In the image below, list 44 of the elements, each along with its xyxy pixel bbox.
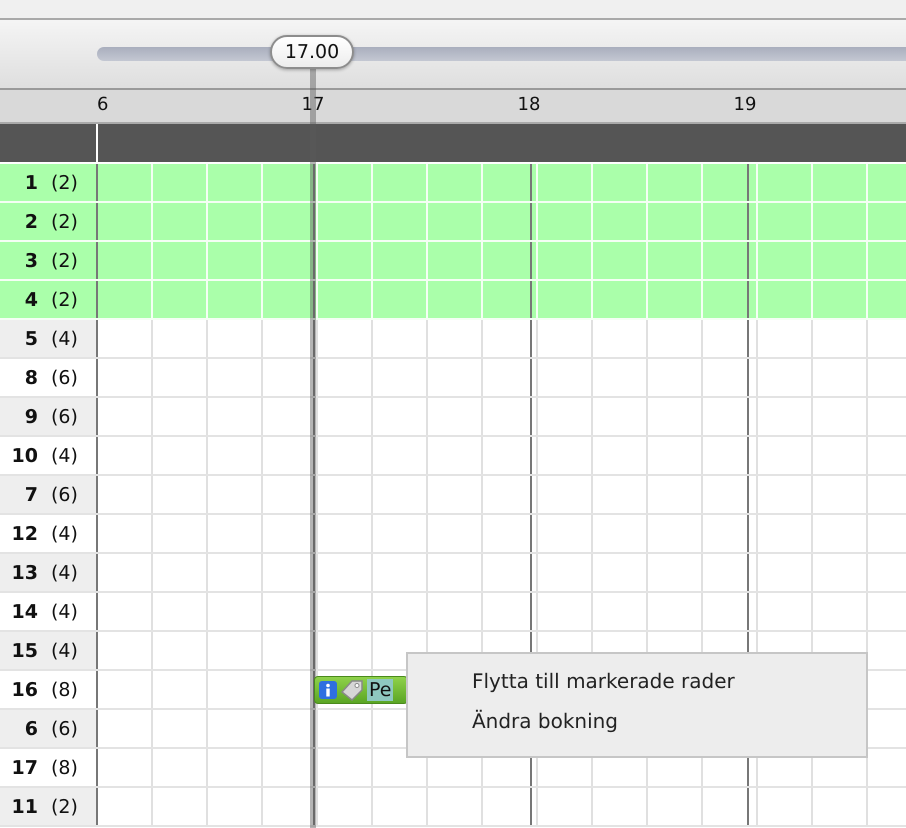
row-capacity: (4) — [51, 328, 78, 350]
row-number: 4 — [24, 288, 38, 310]
row-number: 9 — [24, 406, 38, 428]
row-capacity: (4) — [51, 562, 78, 584]
row-number: 3 — [24, 250, 38, 272]
row-capacity: (6) — [51, 484, 78, 506]
row-capacity: (6) — [51, 406, 78, 428]
row-number: 7 — [24, 484, 38, 506]
row-capacity: (6) — [51, 718, 78, 740]
row-number: 16 — [10, 678, 38, 700]
row-capacity: (4) — [51, 444, 78, 466]
hour-label: 17 — [302, 94, 324, 115]
tag-icon — [340, 679, 364, 701]
row-number: 17 — [10, 756, 38, 778]
row-capacity: (8) — [51, 756, 78, 778]
row-capacity: (4) — [51, 600, 78, 622]
row-capacity: (2) — [51, 288, 78, 310]
hour-label: 19 — [734, 94, 756, 115]
row-number: 11 — [10, 796, 38, 818]
row-capacity: (8) — [51, 678, 78, 700]
row-number: 10 — [10, 444, 38, 466]
slider-thumb[interactable]: 17.00 — [270, 35, 354, 69]
row-number: 12 — [10, 522, 38, 544]
hour-label: 6 — [97, 94, 108, 115]
row-capacity: (4) — [51, 640, 78, 662]
hour-label: 18 — [518, 94, 540, 115]
row-number: 5 — [24, 328, 38, 350]
menu-item[interactable]: Ändra bokning — [408, 706, 618, 746]
booking-bar[interactable]: Pe — [314, 676, 408, 704]
booking-label: Pe — [367, 679, 394, 701]
row-capacity: (2) — [51, 796, 78, 818]
row-number: 6 — [24, 718, 38, 740]
row-capacity: (6) — [51, 366, 78, 388]
row-number: 1 — [24, 172, 38, 194]
row-capacity: (2) — [51, 210, 78, 232]
row-number: 15 — [10, 640, 38, 662]
row-capacity: (2) — [51, 172, 78, 194]
row-number: 13 — [10, 562, 38, 584]
row-capacity: (4) — [51, 522, 78, 544]
info-icon[interactable] — [319, 681, 337, 699]
row-number: 14 — [10, 600, 38, 622]
row-number: 2 — [24, 210, 38, 232]
row-number: 8 — [24, 366, 38, 388]
row-capacity: (2) — [51, 250, 78, 272]
